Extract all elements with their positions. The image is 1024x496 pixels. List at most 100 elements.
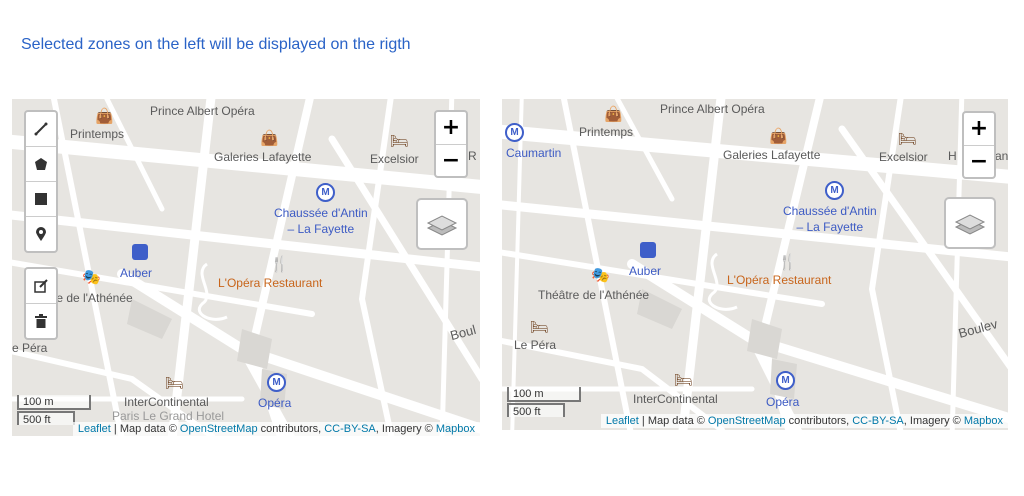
draw-polyline-button[interactable] [26,112,56,147]
zoom-control: + − [962,111,996,179]
poi-label: Excelsior [370,152,419,166]
edit-layers-button[interactable] [26,269,56,304]
poi-label: Printemps [579,125,634,139]
hotel-icon: 🛏 [165,375,185,392]
layers-icon [954,214,986,235]
license-link[interactable]: CC-BY-SA [852,415,904,427]
marker-icon [36,227,46,241]
attrib-text: , Imagery © [903,415,964,427]
leaflet-link[interactable]: Leaflet [78,423,111,435]
attrib-text: contributors, [257,423,325,435]
license-link[interactable]: CC-BY-SA [324,423,376,435]
osm-link[interactable]: OpenStreetMap [180,423,258,435]
poi-label: InterContinental [633,392,718,406]
theatre-icon: 🎭 [591,267,610,284]
metro-icon: M [505,123,524,142]
polyline-icon [34,122,48,136]
polygon-icon [35,158,47,170]
station-label: Chaussée d'Antin – La Fayette [274,205,368,237]
station-label: Opéra [766,395,800,409]
station-label: Opéra [258,396,292,410]
edit-icon [34,279,48,293]
station-label: Chaussée d'Antin – La Fayette [783,203,877,235]
street-label: R E [468,149,480,163]
scale-metric: 100 m [17,395,91,410]
shopping-icon: 👜 [769,128,788,145]
shopping-icon: 👜 [604,106,623,123]
scale-metric: 100 m [507,387,581,402]
layers-icon [426,215,458,236]
poi-label: Prince Albert Opéra [150,104,255,118]
scale-bar: 100 m 500 ft [507,387,581,418]
zoom-out-button[interactable]: − [436,145,466,177]
metro-icon: M [776,371,795,390]
scale-imperial: 500 ft [17,411,75,426]
shopping-icon: 👜 [95,108,114,125]
metro-icon: M [825,181,844,200]
poi-label: Paris Le Grand Hotel [112,409,225,423]
restaurant-icon: 🍴 [270,256,289,273]
poi-label: H [948,149,957,163]
attrib-text: , Imagery © [375,423,436,435]
station-label: Auber [120,266,153,280]
edit-toolbar [24,267,58,340]
attrib-text: | Map data © [638,415,708,427]
draw-marker-button[interactable] [26,217,56,251]
attribution: Leaflet | Map data © OpenStreetMap contr… [600,414,1008,428]
hotel-icon: 🛏 [390,133,410,150]
poi-label: Galeries Lafayette [214,150,312,164]
zoom-control: + − [434,110,468,178]
poi-label: L'Opéra Restaurant [727,273,832,287]
leaflet-link[interactable]: Leaflet [606,415,639,427]
zoom-out-button[interactable]: − [964,146,994,178]
shopping-icon: 👜 [260,130,279,147]
mapbox-link[interactable]: Mapbox [436,423,475,435]
train-icon [132,244,148,260]
layers-control-button[interactable] [944,197,996,249]
osm-link[interactable]: OpenStreetMap [708,415,786,427]
restaurant-icon: 🍴 [778,254,797,271]
attrib-text: | Map data © [110,423,180,435]
station-name: – La Fayette [796,220,864,234]
layers-control-button[interactable] [416,198,468,250]
hotel-icon: 🛏 [530,319,550,336]
page-heading: Selected zones on the left will be displ… [21,36,411,53]
right-map[interactable]: Prince Albert Opéra 👜 Printemps M Caumar… [502,99,1008,430]
scale-bar: 100 m 500 ft [17,395,91,426]
theatre-icon: 🎭 [82,269,101,286]
poi-label: Galeries Lafayette [723,148,821,162]
mapbox-link[interactable]: Mapbox [964,415,1003,427]
station-name: Chaussée d'Antin [274,206,368,220]
scale-imperial: 500 ft [507,403,565,418]
poi-label: L'Opéra Restaurant [218,276,323,290]
draw-rectangle-button[interactable] [26,182,56,217]
poi-label: InterContinental [124,395,209,409]
poi-label: an [995,149,1008,163]
attrib-text: contributors, [785,415,853,427]
delete-layers-button[interactable] [26,304,56,338]
poi-label: Printemps [70,127,125,141]
poi-label: Théâtre de l'Athénée [538,288,650,302]
left-map[interactable]: Prince Albert Opéra 👜 Printemps 👜 Galeri… [12,99,480,436]
poi-label: Le Péra [514,338,557,352]
trash-icon [35,314,47,328]
poi-label: Prince Albert Opéra [660,102,765,116]
train-icon [640,242,656,258]
draw-polygon-button[interactable] [26,147,56,182]
poi-label: Excelsior [879,150,928,164]
station-label: Caumartin [506,146,562,160]
metro-icon: M [267,373,286,392]
hotel-icon: 🛏 [898,131,918,148]
metro-icon: M [316,183,335,202]
hotel-icon: 🛏 [674,372,694,389]
poi-label: tre de l'Athénée [49,291,133,305]
poi-label: e Péra [12,341,48,355]
zoom-in-button[interactable]: + [436,112,466,145]
station-label: Auber [629,264,662,278]
zoom-in-button[interactable]: + [964,113,994,146]
station-name: Chaussée d'Antin [783,204,877,218]
station-name: – La Fayette [287,222,355,236]
rectangle-icon [35,193,47,205]
draw-toolbar [24,110,58,253]
attribution: Leaflet | Map data © OpenStreetMap contr… [72,422,480,436]
